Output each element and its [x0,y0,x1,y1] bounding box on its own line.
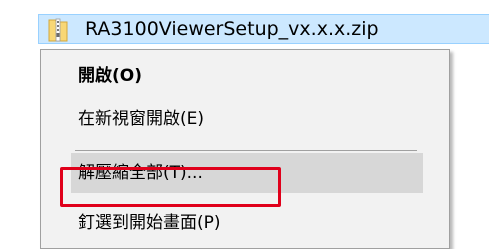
menu-item-open-new-window[interactable]: 在新視窗開啟(E) [78,108,204,130]
menu-separator [75,150,417,151]
menu-item-extract-all[interactable]: 解壓縮全部(T)... [78,162,203,184]
file-name: RA3100ViewerSetup_vx.x.x.zip [85,18,379,40]
context-menu: 開啟(O) 在新視窗開啟(E) 解壓縮全部(T)... 釘選到開始畫面(P) [40,49,450,249]
selected-file-row[interactable]: RA3100ViewerSetup_vx.x.x.zip [38,14,489,44]
menu-item-open[interactable]: 開啟(O) [78,65,142,87]
menu-item-pin-to-start[interactable]: 釘選到開始畫面(P) [78,212,221,234]
zip-folder-icon [48,17,68,42]
